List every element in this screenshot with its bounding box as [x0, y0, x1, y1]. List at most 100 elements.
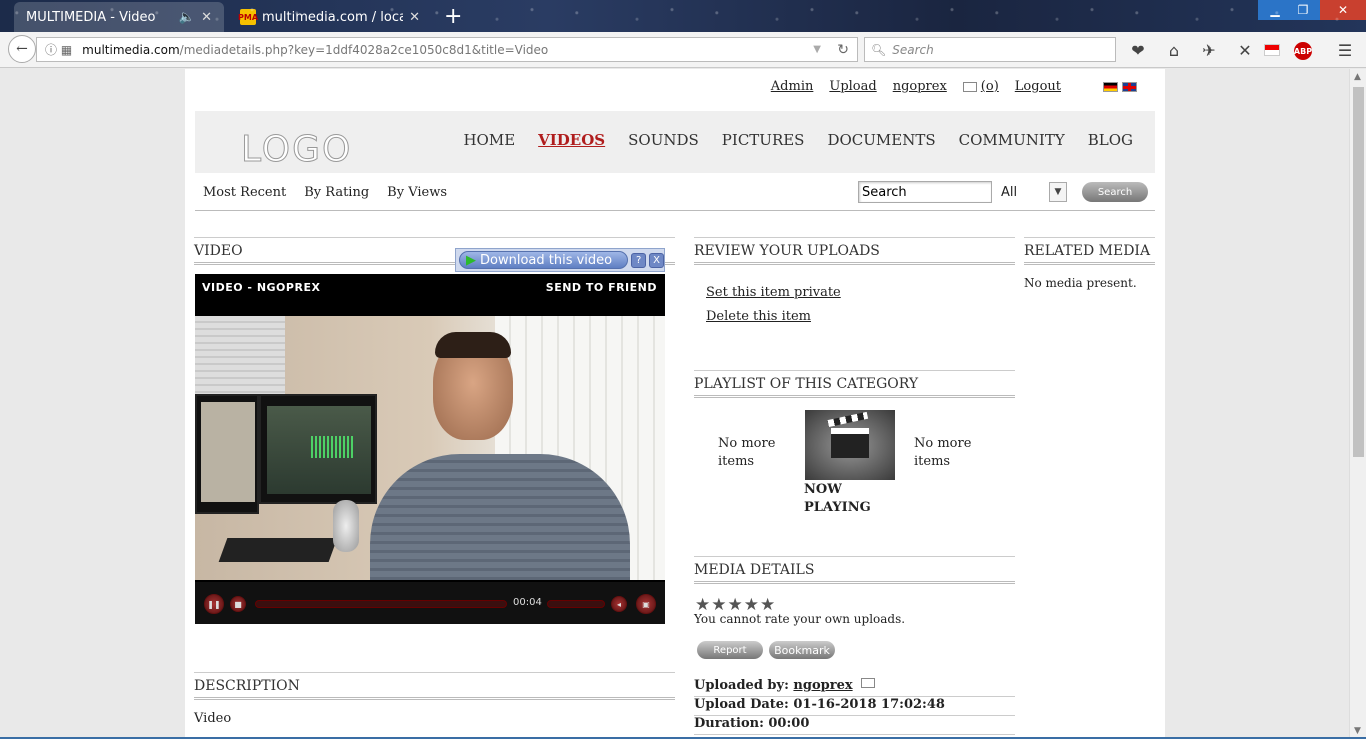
clapperboard-icon: [831, 428, 869, 458]
browser-navbar: ← ⓘ ▦ multimedia.com/mediadetails.php?ke…: [0, 32, 1366, 68]
volume-bar[interactable]: [547, 600, 605, 608]
now-playing-thumbnail[interactable]: [805, 410, 895, 480]
url-dropdown-icon[interactable]: ▼: [813, 44, 821, 55]
nav-pictures[interactable]: PICTURES: [722, 131, 805, 149]
nav-documents[interactable]: DOCUMENTS: [827, 131, 935, 149]
menu-hamburger-icon[interactable]: ☰: [1335, 40, 1355, 60]
playlist-title: PLAYLIST OF THIS CATEGORY: [694, 370, 1015, 398]
description-title: DESCRIPTION: [194, 672, 675, 700]
scroll-thumb[interactable]: [1353, 87, 1364, 457]
site-header: LOGO HOME VIDEOS SOUNDS PICTURES DOCUMEN…: [195, 111, 1155, 173]
close-icon[interactable]: X: [649, 252, 665, 268]
video-frame[interactable]: [195, 316, 665, 580]
stop-icon[interactable]: ■: [230, 596, 246, 612]
download-video-button[interactable]: ▶ Download this video: [459, 251, 629, 269]
site-logo[interactable]: LOGO: [240, 129, 352, 171]
window-close-icon[interactable]: ✕: [1320, 0, 1366, 20]
url-path: /mediadetails.php?key=1ddf4028a2ce1050c8…: [179, 42, 549, 57]
delete-item-link[interactable]: Delete this item: [706, 309, 811, 324]
close-tab-icon[interactable]: ✕: [201, 10, 212, 25]
nav-sounds[interactable]: SOUNDS: [628, 131, 699, 149]
no-rate-notice: You cannot rate your own uploads.: [694, 612, 906, 626]
x-extension-icon[interactable]: ✕: [1235, 40, 1255, 60]
user-profile-link[interactable]: ngoprex: [893, 79, 947, 94]
volume-icon[interactable]: ◂: [611, 596, 627, 612]
microphone: [333, 500, 359, 552]
envelope-icon: [962, 81, 977, 92]
send-icon[interactable]: ✈︎: [1199, 40, 1219, 60]
now-playing-label: NOW PLAYING: [804, 482, 871, 515]
site-search-input[interactable]: [858, 181, 992, 203]
back-arrow-icon[interactable]: ←: [8, 35, 36, 63]
review-uploads-title: REVIEW YOUR UPLOADS: [694, 237, 1015, 265]
flag-extension-icon[interactable]: [1264, 44, 1280, 56]
top-user-links: Admin Upload ngoprex (o) Logout: [771, 79, 1137, 94]
phpmyadmin-favicon-icon: PMA: [238, 9, 258, 25]
left-monitor: [195, 394, 259, 514]
presenter-hair: [435, 332, 511, 358]
upload-link[interactable]: Upload: [829, 79, 876, 94]
german-flag-icon[interactable]: [1103, 81, 1118, 92]
messages-link[interactable]: (o): [962, 79, 999, 94]
sort-by-rating[interactable]: By Rating: [304, 185, 369, 200]
browser-search-input[interactable]: 🔍︎ Search: [864, 37, 1116, 62]
sort-by-views[interactable]: By Views: [387, 185, 447, 200]
report-button[interactable]: Report: [697, 641, 763, 659]
duration: Duration: 00:00: [694, 716, 1015, 735]
site-info-icon[interactable]: ⓘ ▦: [45, 41, 72, 58]
pause-icon[interactable]: ❚❚: [204, 594, 224, 614]
help-icon[interactable]: ?: [631, 252, 647, 268]
new-tab-plus-icon[interactable]: +: [444, 4, 462, 29]
nav-videos[interactable]: VIDEOS: [538, 131, 605, 149]
seek-bar[interactable]: [255, 600, 507, 608]
send-to-friend-link[interactable]: SEND TO FRIEND: [546, 281, 657, 294]
uploaded-by-label: Uploaded by:: [694, 678, 789, 693]
description-text: Video: [194, 711, 232, 726]
search-button[interactable]: Search: [1082, 182, 1148, 202]
upload-date: Upload Date: 01-16-2018 17:02:48: [694, 697, 1015, 716]
main-nav: HOME VIDEOS SOUNDS PICTURES DOCUMENTS CO…: [463, 131, 1133, 149]
adblock-plus-icon[interactable]: ABP: [1294, 42, 1312, 60]
keyboard: [218, 538, 338, 562]
download-label: Download this video: [480, 252, 613, 268]
uploaded-by: Uploaded by: ngoprex: [694, 678, 1015, 697]
speaker-icon[interactable]: 🔈: [179, 10, 195, 25]
nav-home[interactable]: HOME: [463, 131, 515, 149]
send-message-icon[interactable]: [861, 678, 876, 688]
playlist-previous-empty: No more items: [718, 436, 776, 469]
video-player[interactable]: VIDEO - NGOPREX SEND TO FRIEND ❚❚ ■ 00:0…: [195, 274, 665, 624]
english-flag-icon[interactable]: [1122, 81, 1137, 92]
scroll-down-icon[interactable]: ▼: [1354, 726, 1361, 736]
logout-link[interactable]: Logout: [1015, 79, 1061, 94]
uploader-link[interactable]: ngoprex: [793, 678, 852, 693]
sort-most-recent[interactable]: Most Recent: [203, 185, 286, 200]
player-controls: ❚❚ ■ 00:04 ◂ ▣: [195, 582, 665, 624]
nav-blog[interactable]: BLOG: [1088, 131, 1133, 149]
tab-phpmyadmin[interactable]: PMA multimedia.com / localhost ✕: [228, 2, 432, 32]
reload-icon[interactable]: ↻: [837, 42, 849, 58]
player-title: VIDEO - NGOPREX: [202, 281, 321, 294]
waveform: [311, 436, 355, 458]
set-private-link[interactable]: Set this item private: [706, 285, 841, 300]
page-container: Admin Upload ngoprex (o) Logout LOGO HOM…: [185, 69, 1165, 739]
page-scrollbar[interactable]: ▲ ▼: [1349, 69, 1366, 739]
pocket-icon[interactable]: ❤︎: [1128, 40, 1148, 60]
close-tab-icon[interactable]: ✕: [409, 10, 420, 25]
scroll-up-icon[interactable]: ▲: [1354, 72, 1361, 82]
messages-count[interactable]: (o): [981, 79, 999, 94]
tab-title: MULTIMEDIA - Video: [26, 9, 156, 25]
url-bar[interactable]: ⓘ ▦ multimedia.com/mediadetails.php?key=…: [36, 37, 858, 62]
chevron-down-icon[interactable]: ▼: [1049, 182, 1067, 202]
search-placeholder: Search: [892, 42, 934, 57]
admin-link[interactable]: Admin: [771, 79, 814, 94]
filter-select-value[interactable]: All: [1001, 185, 1017, 200]
nav-community[interactable]: COMMUNITY: [959, 131, 1065, 149]
tab-title: multimedia.com / localhost: [262, 9, 404, 25]
tab-multimedia-video[interactable]: MULTIMEDIA - Video 🔈 ✕: [14, 2, 224, 32]
home-icon[interactable]: ⌂: [1164, 40, 1184, 60]
browser-titlebar: MULTIMEDIA - Video 🔈 ✕ PMA multimedia.co…: [0, 0, 1366, 32]
url-domain: multimedia.com: [82, 42, 180, 57]
bookmark-button[interactable]: Bookmark: [769, 641, 835, 659]
fullscreen-icon[interactable]: ▣: [636, 594, 656, 614]
restore-icon[interactable]: ❐: [1286, 0, 1320, 20]
